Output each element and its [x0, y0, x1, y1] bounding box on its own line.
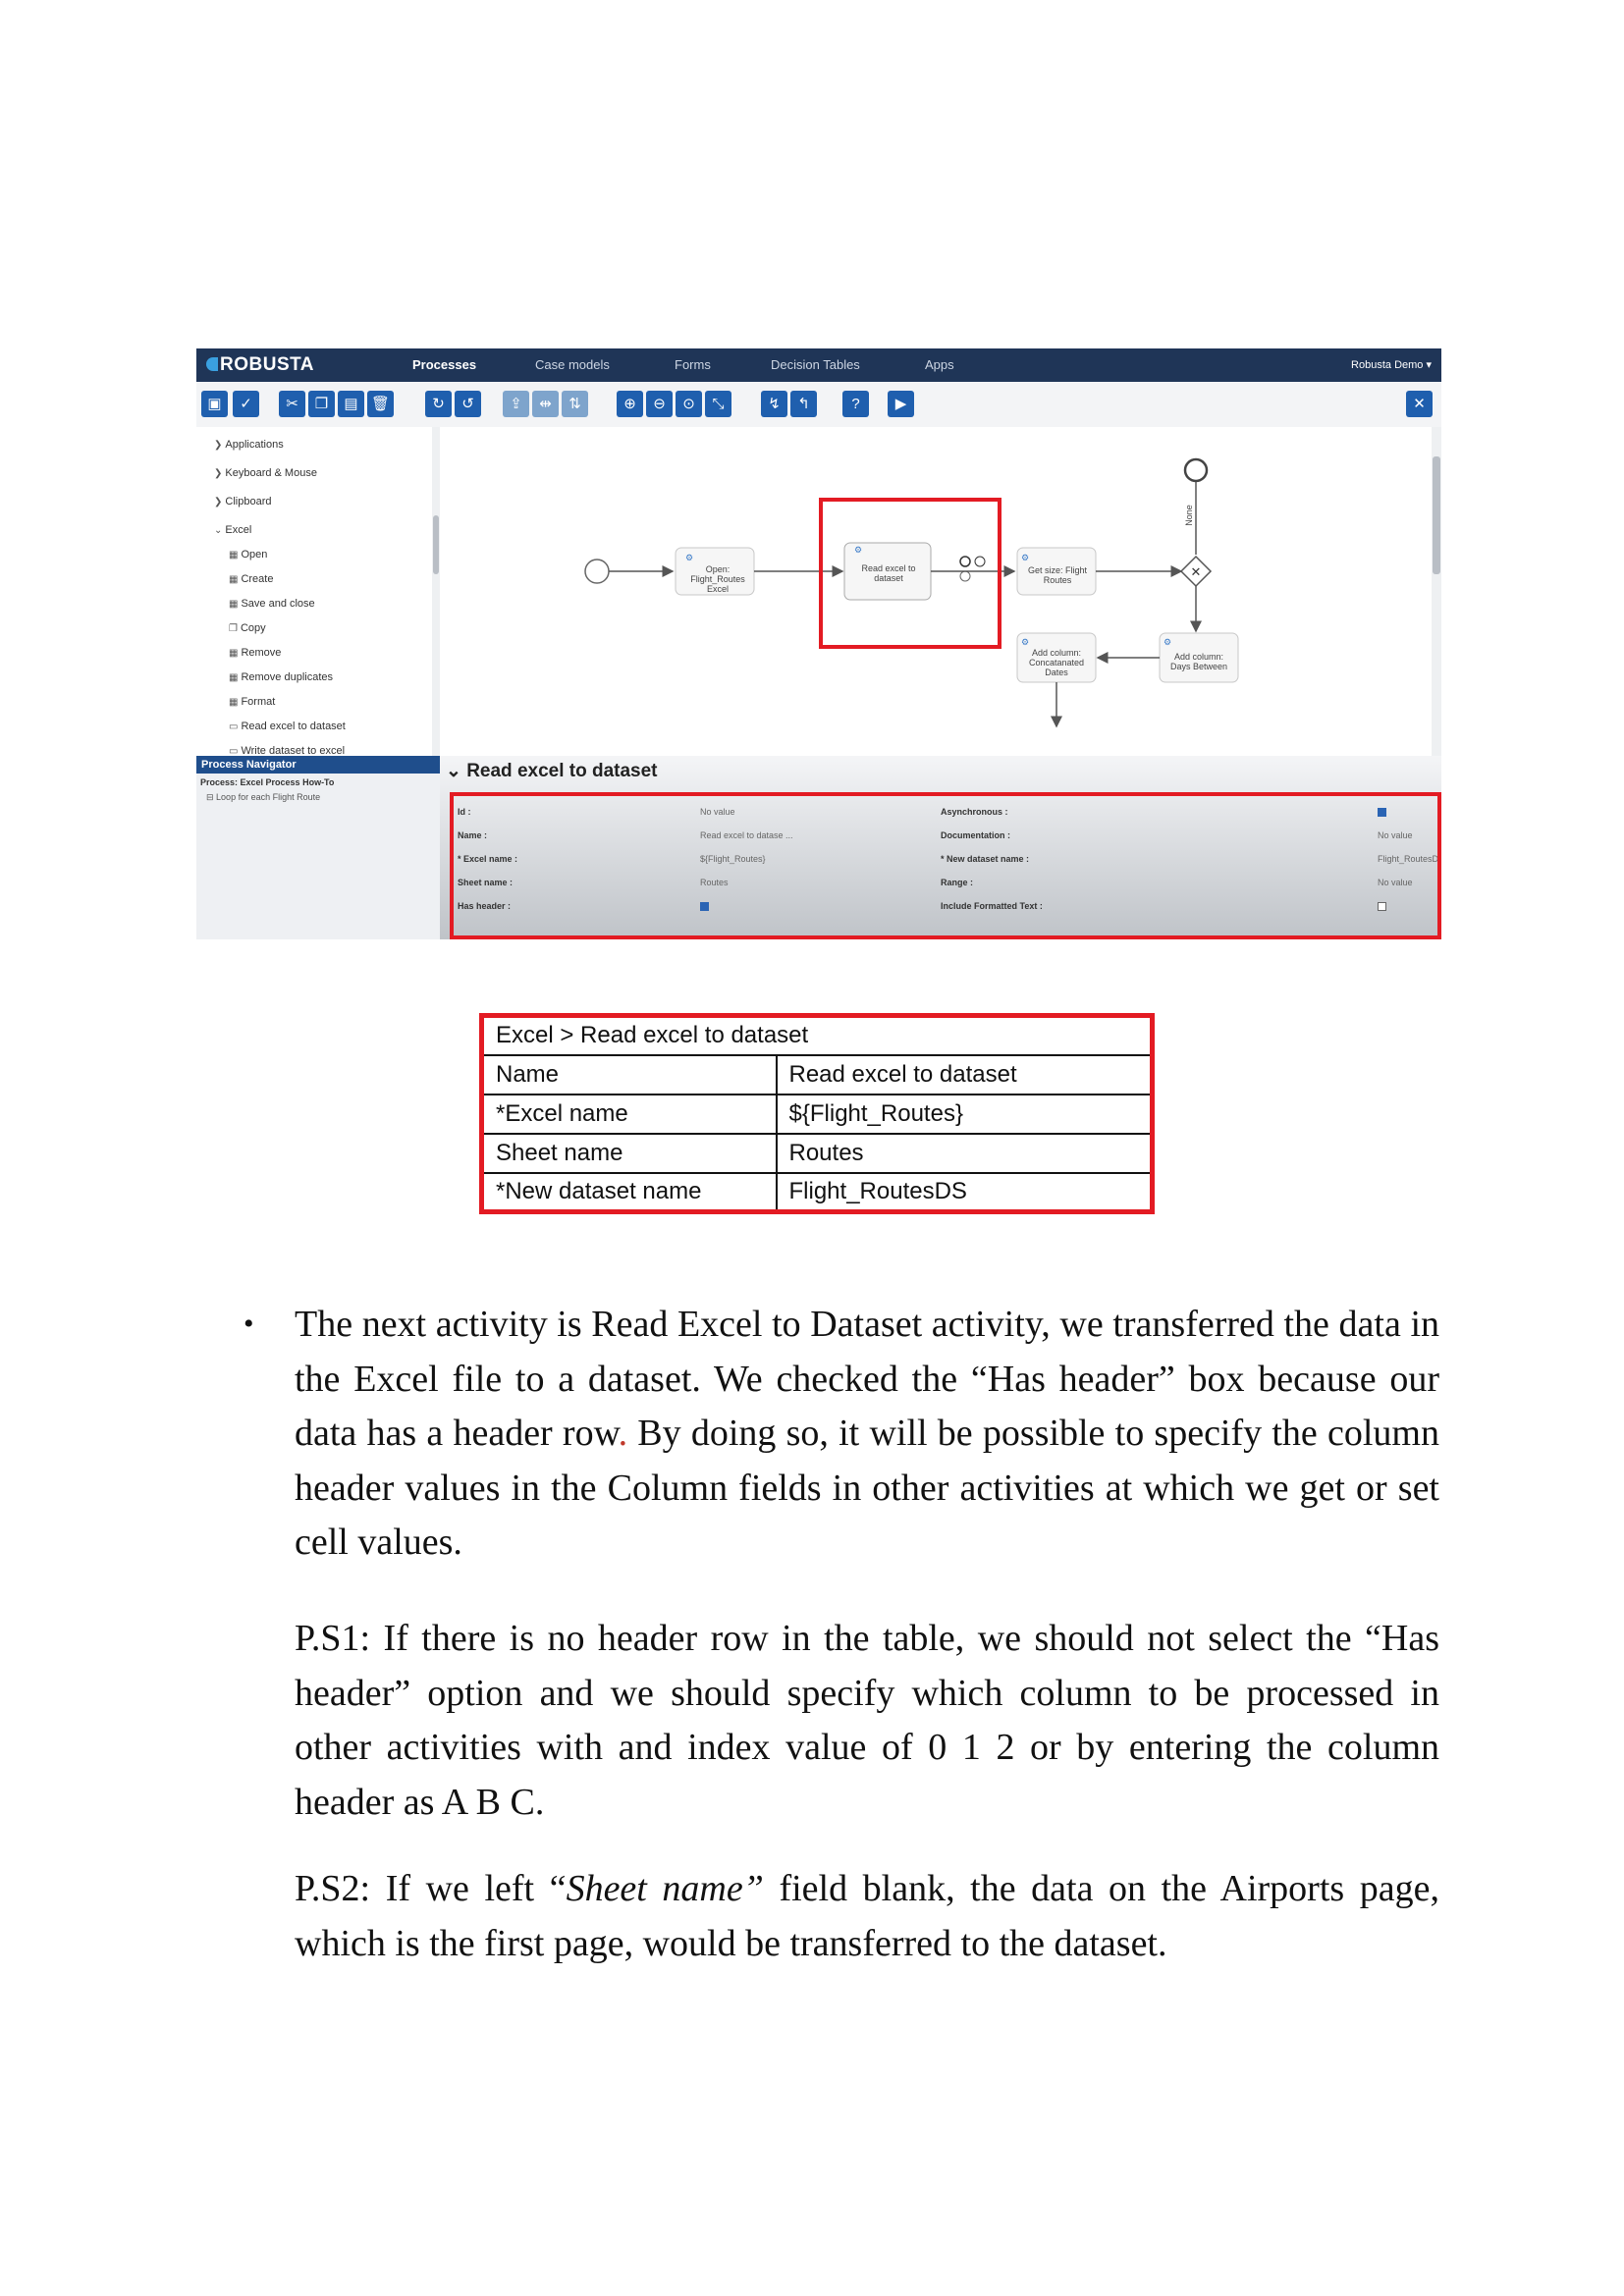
- help-icon[interactable]: ?: [842, 391, 869, 417]
- editor-toolbar: ▣ ✓ ✂ ❐ ▤ 🗑 ↻ ↺ ⇪ ⇹ ⇅ ⊕ ⊖ ⊙ ⤡ ↯ ↰ ? ▶ ✕: [196, 382, 1441, 428]
- tree-item-remove-duplicates[interactable]: ▦ Remove duplicates: [229, 671, 333, 683]
- activity-palette-tree: ❯ Applications ❯ Keyboard & Mouse ❯ Clipboa…: [196, 427, 441, 756]
- task-gear-icon: ⚙: [1021, 637, 1030, 647]
- tab-forms[interactable]: Forms: [675, 357, 711, 372]
- task-days-between-label[interactable]: Add column: Days Between: [1164, 652, 1234, 671]
- paste-icon[interactable]: ▤: [338, 391, 364, 417]
- tree-scrollbar[interactable]: [432, 427, 440, 756]
- excel-icon: ▦: [229, 574, 239, 585]
- table-cell: *New dataset name: [480, 1171, 778, 1213]
- table-cell: ${Flight_Routes}: [775, 1093, 1154, 1135]
- start-event: [584, 559, 610, 584]
- zoom-actual-icon[interactable]: ⊙: [676, 391, 702, 417]
- tree-item-read-excel-to-dataset[interactable]: ▭ Read excel to dataset: [229, 721, 346, 732]
- process-navigator-item[interactable]: ⊟ Loop for each Flight Route: [206, 792, 320, 803]
- table-row: Sheet name Routes: [480, 1132, 1154, 1174]
- cut-icon[interactable]: ✂: [279, 391, 305, 417]
- tab-apps[interactable]: Apps: [925, 357, 954, 372]
- chevron-down-icon: ⌄: [214, 525, 223, 536]
- chevron-right-icon: ❯: [214, 440, 223, 451]
- paragraph-ps1: P.S1: If there is no header row in the t…: [295, 1618, 1439, 1823]
- summary-table: Excel > Read excel to dataset Name Read …: [479, 1013, 1155, 1214]
- highlight-properties: [450, 792, 1441, 939]
- process-navigator: Process Navigator Process: Excel Process…: [196, 756, 441, 939]
- zoom-out-icon[interactable]: ⊖: [646, 391, 673, 417]
- svg-text:✕: ✕: [1191, 564, 1202, 579]
- save-icon[interactable]: ▣: [201, 391, 228, 417]
- table-row: Name Read excel to dataset: [480, 1053, 1154, 1095]
- excel-icon: ▦: [229, 648, 239, 659]
- table-cell: Read excel to dataset: [775, 1053, 1154, 1095]
- run-icon[interactable]: ▶: [888, 391, 914, 417]
- tree-item-format[interactable]: ▦ Format: [229, 696, 275, 708]
- tab-decision-tables[interactable]: Decision Tables: [771, 357, 860, 372]
- close-icon[interactable]: ✕: [1406, 391, 1433, 417]
- align-horizontal-icon[interactable]: ⇹: [532, 391, 559, 417]
- tree-item-excel[interactable]: ⌄ Excel: [214, 524, 251, 536]
- undo-icon[interactable]: ↺: [455, 391, 481, 417]
- task-gear-icon: ⚙: [685, 553, 694, 562]
- task-concat-label[interactable]: Add column: Concatanated Dates: [1021, 648, 1092, 677]
- excel-icon: ▦: [229, 550, 239, 561]
- highlight-selected-task: [819, 498, 1001, 649]
- robusta-screenshot: ROBUSTA Processes Case models Forms Deci…: [196, 348, 1441, 939]
- user-menu[interactable]: Robusta Demo ▾: [1351, 358, 1432, 371]
- task-open-label[interactable]: Open: Flight_Routes Excel: [683, 564, 752, 594]
- table-row: *New dataset name Flight_RoutesDS: [480, 1171, 1154, 1213]
- bend-add-icon[interactable]: ↯: [761, 391, 787, 417]
- table-cell: *Excel name: [480, 1093, 778, 1135]
- table-row: *Excel name ${Flight_Routes}: [480, 1093, 1154, 1135]
- table-cell: Routes: [775, 1132, 1154, 1174]
- tree-item-applications[interactable]: ❯ Applications: [214, 439, 284, 451]
- table-cell: Flight_RoutesDS: [775, 1171, 1154, 1213]
- robusta-logo[interactable]: ROBUSTA: [206, 354, 314, 376]
- tab-processes[interactable]: Processes: [412, 357, 476, 372]
- tree-item-keyboard-mouse[interactable]: ❯ Keyboard & Mouse: [214, 467, 317, 479]
- copy-icon[interactable]: ❐: [308, 391, 335, 417]
- chevron-right-icon: ❯: [214, 468, 223, 479]
- zoom-in-icon[interactable]: ⊕: [617, 391, 643, 417]
- paragraph-read-excel: The next activity is Read Excel to Datas…: [295, 1304, 1439, 1563]
- table-cell: Sheet name: [480, 1132, 778, 1174]
- process-navigator-process[interactable]: Process: Excel Process How-To: [200, 777, 334, 787]
- tree-item-remove[interactable]: ▦ Remove: [229, 647, 281, 659]
- tab-case-models[interactable]: Case models: [535, 357, 610, 372]
- table-row: Excel > Read excel to dataset: [480, 1014, 1154, 1056]
- tree-item-create[interactable]: ▦ Create: [229, 573, 273, 585]
- copy-icon: ❐: [229, 623, 238, 634]
- end-event: [1183, 457, 1209, 483]
- align-icon[interactable]: ⇪: [503, 391, 529, 417]
- summary-table-header: Excel > Read excel to dataset: [480, 1014, 1154, 1056]
- excel-icon: ▦: [229, 599, 239, 610]
- validate-icon[interactable]: ✓: [233, 391, 259, 417]
- excel-icon: ▦: [229, 697, 239, 708]
- process-navigator-title[interactable]: Process Navigator: [196, 756, 440, 774]
- tree-item-open[interactable]: ▦ Open: [229, 549, 267, 561]
- redo-icon[interactable]: ↻: [425, 391, 452, 417]
- delete-icon[interactable]: 🗑: [367, 391, 394, 417]
- bullet-icon: •: [244, 1308, 254, 1340]
- gateway-flow-label: None: [1183, 505, 1194, 526]
- chevron-right-icon: ❯: [214, 497, 223, 507]
- table-cell: Name: [480, 1053, 778, 1095]
- task-gear-icon: ⚙: [1021, 553, 1030, 562]
- table-icon: ▭: [229, 721, 239, 732]
- zoom-fit-icon[interactable]: ⤡: [705, 391, 731, 417]
- tree-item-clipboard[interactable]: ❯ Clipboard: [214, 496, 271, 507]
- tree-item-write-dataset-to-excel[interactable]: ▭ Write dataset to excel: [229, 745, 345, 756]
- table-icon: ▭: [229, 746, 239, 756]
- task-getsize-label[interactable]: Get size: Flight Routes: [1021, 565, 1094, 585]
- top-navigation: ROBUSTA Processes Case models Forms Deci…: [196, 348, 1441, 382]
- tree-item-copy[interactable]: ❐ Copy: [229, 622, 266, 634]
- properties-title[interactable]: ⌄ Read excel to dataset: [446, 760, 658, 782]
- canvas-scrollbar-thumb: [1433, 456, 1440, 574]
- align-vertical-icon[interactable]: ⇅: [562, 391, 588, 417]
- bend-remove-icon[interactable]: ↰: [790, 391, 817, 417]
- tree-item-save-and-close[interactable]: ▦ Save and close: [229, 598, 315, 610]
- excel-icon: ▦: [229, 672, 239, 683]
- task-gear-icon: ⚙: [1164, 637, 1172, 647]
- paragraph-ps2: P.S2: If we left “Sheet name” field blan…: [295, 1868, 1439, 1964]
